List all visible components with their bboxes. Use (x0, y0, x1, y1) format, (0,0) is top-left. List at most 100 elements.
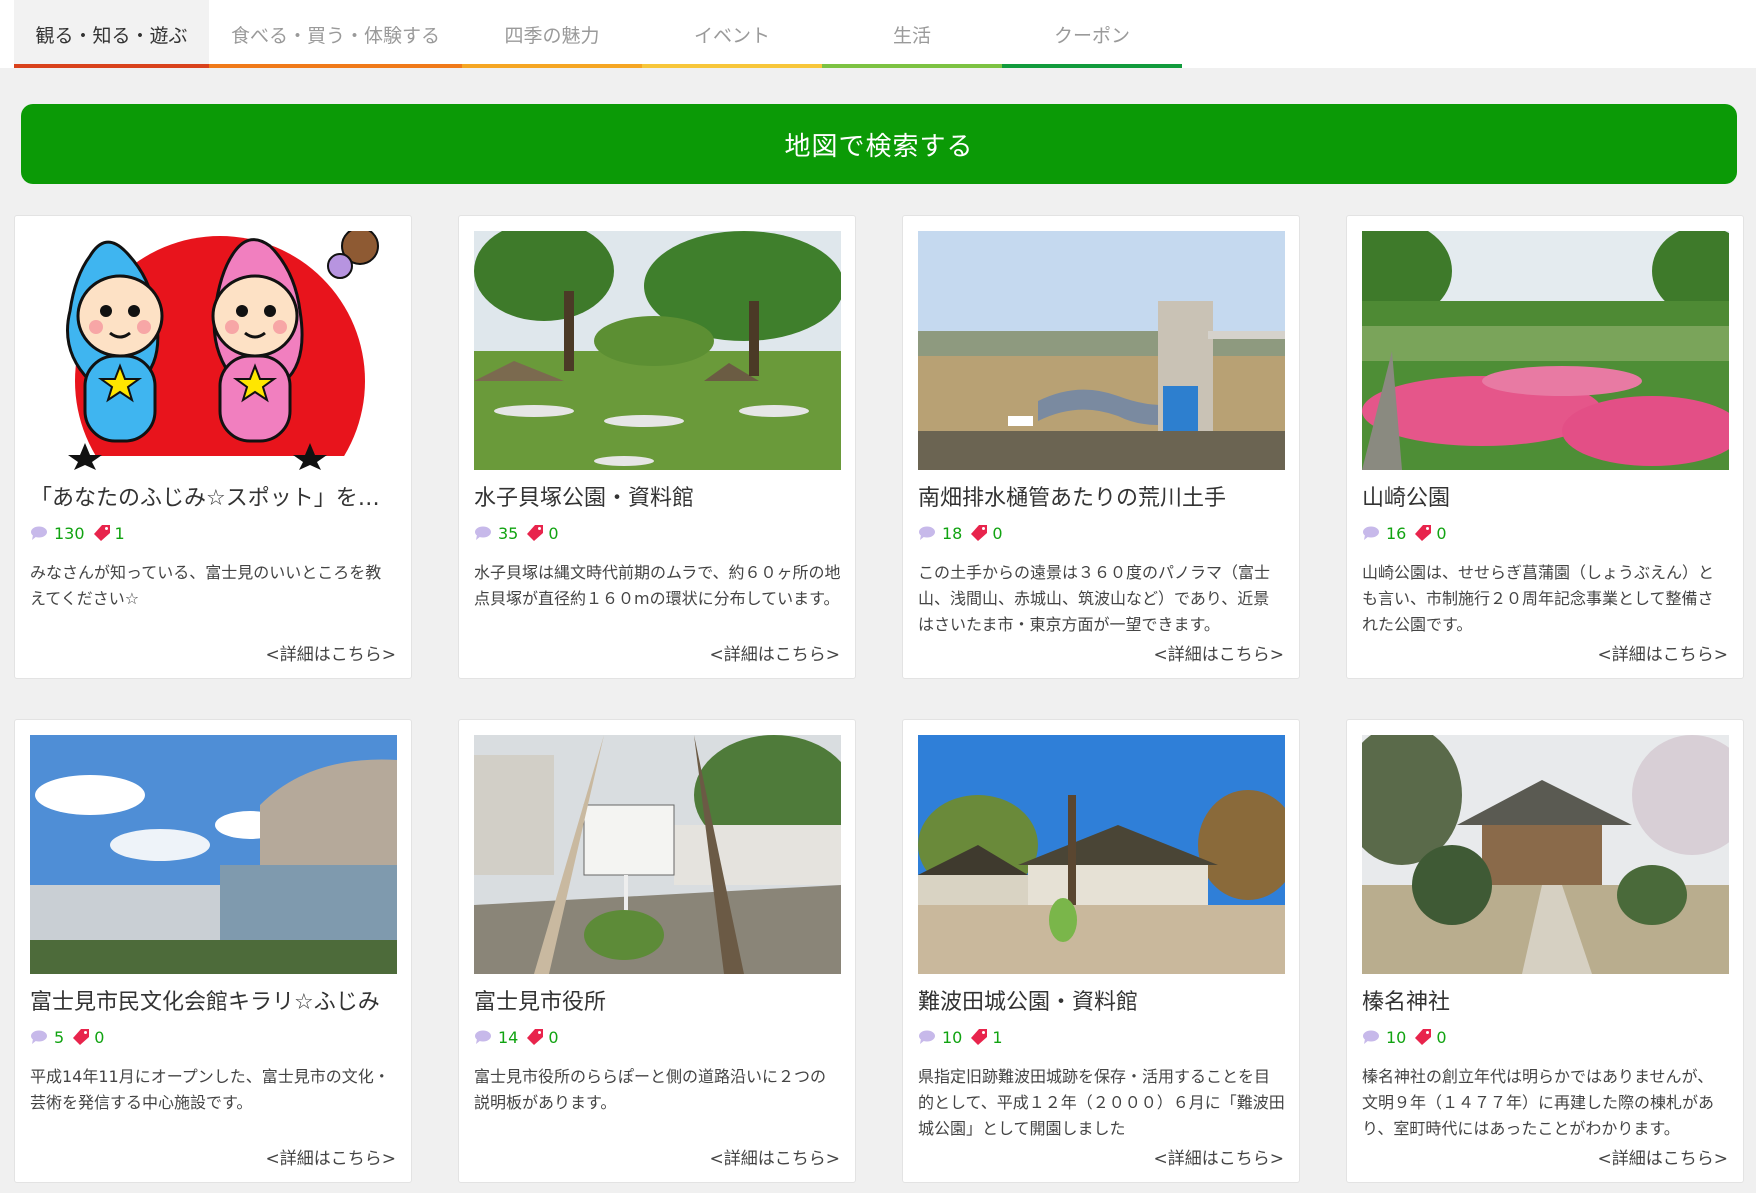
spot-title[interactable]: 富士見市民文化会館キラリ☆ふじみ (30, 988, 397, 1018)
category-tabbar: 観る・知る・遊ぶ 食べる・買う・体験する 四季の魅力 イベント 生活 クーポン (0, 0, 1756, 68)
comment-count: 10 (942, 1027, 963, 1047)
tab-underline (14, 64, 209, 68)
spot-card[interactable]: 水子貝塚公園・資料館 35 0 水子貝塚は縄文時代前期のムラで、約６０ヶ所の地点… (458, 215, 856, 679)
tab-seikatsu[interactable]: 生活 (822, 0, 1002, 68)
detail-link[interactable]: <詳細はこちら> (266, 1144, 397, 1169)
spot-description: 榛名神社の創立年代は明らかではありませんが、文明９年（１４７７年）に再建した際の… (1362, 1067, 1715, 1138)
coupon-count: 1 (992, 1027, 1003, 1047)
spot-card[interactable]: 榛名神社 10 0 榛名神社の創立年代は明らかではありませんが、文明９年（１４７… (1346, 719, 1744, 1183)
spot-description: みなさんが知っている、富士見のいいところを教えてください☆ (30, 563, 382, 608)
spot-image-haruna-shrine[interactable] (1362, 735, 1729, 974)
detail-link[interactable]: <詳細はこちら> (1598, 640, 1729, 665)
spot-stats: 10 0 (1362, 1026, 1447, 1048)
spot-image-yamazaki-park[interactable] (1362, 231, 1729, 470)
comment-icon (1363, 1030, 1379, 1044)
spot-title[interactable]: 水子貝塚公園・資料館 (474, 484, 841, 514)
spot-card[interactable]: 「あなたのふじみ☆スポット」を教えてください 130 1 みなさんが知っている、… (14, 215, 412, 679)
comment-icon (475, 526, 491, 540)
comment-count: 18 (942, 523, 963, 543)
tab-shiki[interactable]: 四季の魅力 (462, 0, 642, 68)
coupon-tag-icon (73, 1029, 90, 1045)
spot-image-mascot[interactable] (30, 231, 397, 470)
map-search-button[interactable]: 地図で検索する (21, 104, 1737, 184)
spot-description: 平成14年11月にオープンした、富士見市の文化・芸術を発信する中心施設です。 (30, 1067, 390, 1112)
spot-stats: 35 0 (474, 522, 559, 544)
spot-title[interactable]: 榛名神社 (1362, 988, 1729, 1018)
detail-link[interactable]: <詳細はこちら> (710, 640, 841, 665)
tab-label: 四季の魅力 (504, 24, 600, 47)
spot-stats: 10 1 (918, 1026, 1003, 1048)
detail-link[interactable]: <詳細はこちら> (710, 1144, 841, 1169)
coupon-tag-icon (1415, 1029, 1432, 1045)
comment-count: 130 (54, 523, 85, 543)
spot-title[interactable]: 山崎公園 (1362, 484, 1729, 514)
spot-stats: 18 0 (918, 522, 1003, 544)
spot-card[interactable]: 難波田城公園・資料館 10 1 県指定旧跡難波田城跡を保存・活用することを目的と… (902, 719, 1300, 1183)
comment-icon (475, 1030, 491, 1044)
spot-title[interactable]: 難波田城公園・資料館 (918, 988, 1285, 1018)
spot-title[interactable]: 富士見市役所 (474, 988, 841, 1018)
coupon-tag-icon (93, 525, 110, 541)
coupon-count: 1 (114, 523, 125, 543)
spot-card[interactable]: 山崎公園 16 0 山崎公園は、せせらぎ菖蒲園（しょうぶえん）とも言い、市制施行… (1346, 215, 1744, 679)
coupon-tag-icon (527, 525, 544, 541)
tab-underline (209, 64, 462, 68)
tab-label: イベント (693, 24, 770, 47)
tab-underline (462, 64, 642, 68)
tab-label: 生活 (892, 24, 931, 47)
tab-label: 食べる・買う・体験する (230, 24, 440, 47)
spot-stats: 14 0 (474, 1026, 559, 1048)
coupon-count: 0 (1436, 523, 1447, 543)
comment-icon (1363, 526, 1379, 540)
tab-label: 観る・知る・遊ぶ (35, 24, 188, 47)
spot-description: 県指定旧跡難波田城跡を保存・活用することを目的として、平成１２年（２０００）６月… (918, 1067, 1285, 1138)
coupon-tag-icon (1415, 525, 1432, 541)
detail-link[interactable]: <詳細はこちら> (1598, 1144, 1729, 1169)
spot-title[interactable]: 南畑排水樋管あたりの荒川土手 (918, 484, 1285, 514)
tab-underline (642, 64, 822, 68)
spot-image-nanbata-park[interactable] (918, 735, 1285, 974)
detail-link[interactable]: <詳細はこちら> (1154, 640, 1285, 665)
comment-count: 35 (498, 523, 519, 543)
spot-card[interactable]: 富士見市役所 14 0 富士見市役所のららぽーと側の道路沿いに２つの説明板があり… (458, 719, 856, 1183)
spot-card[interactable]: 南畑排水樋管あたりの荒川土手 18 0 この土手からの遠景は３６０度のパノラマ（… (902, 215, 1300, 679)
coupon-tag-icon (971, 1029, 988, 1045)
map-search-label: 地図で検索する (784, 131, 974, 162)
tab-underline (822, 64, 1002, 68)
comment-icon (31, 1030, 47, 1044)
detail-link[interactable]: <詳細はこちら> (266, 640, 397, 665)
tab-event[interactable]: イベント (642, 0, 822, 68)
comment-count: 10 (1386, 1027, 1407, 1047)
coupon-count: 0 (992, 523, 1003, 543)
comment-count: 16 (1386, 523, 1407, 543)
comment-icon (31, 526, 47, 540)
comment-count: 14 (498, 1027, 519, 1047)
spot-stats: 16 0 (1362, 522, 1447, 544)
coupon-count: 0 (548, 1027, 559, 1047)
spot-stats: 5 0 (30, 1026, 104, 1048)
spot-description: 富士見市役所のららぽーと側の道路沿いに２つの説明板があります。 (474, 1067, 827, 1112)
spot-description: この土手からの遠景は３６０度のパノラマ（富士山、浅間山、赤城山、筑波山など）であ… (918, 563, 1271, 634)
spot-stats: 130 1 (30, 522, 125, 544)
spot-description: 水子貝塚は縄文時代前期のムラで、約６０ヶ所の地点貝塚が直径約１６０mの環状に分布… (474, 563, 841, 608)
tab-label: クーポン (1053, 24, 1130, 47)
comment-icon (919, 526, 935, 540)
tab-underline (1002, 64, 1182, 68)
tab-taberu[interactable]: 食べる・買う・体験する (209, 0, 462, 68)
spot-image-kirari-hall[interactable] (30, 735, 397, 974)
spot-title[interactable]: 「あなたのふじみ☆スポット」を教えてください (30, 484, 397, 514)
detail-link[interactable]: <詳細はこちら> (1154, 1144, 1285, 1169)
spot-card[interactable]: 富士見市民文化会館キラリ☆ふじみ 5 0 平成14年11月にオープンした、富士見… (14, 719, 412, 1183)
spot-image-city-hall[interactable] (474, 735, 841, 974)
coupon-tag-icon (527, 1029, 544, 1045)
coupon-count: 0 (548, 523, 559, 543)
comment-icon (919, 1030, 935, 1044)
coupon-count: 0 (1436, 1027, 1447, 1047)
spot-image-arakawa-embankment[interactable] (918, 231, 1285, 470)
tab-coupon[interactable]: クーポン (1002, 0, 1182, 68)
coupon-count: 0 (94, 1027, 105, 1047)
comment-count: 5 (54, 1027, 65, 1047)
spot-image-mizuko-park[interactable] (474, 231, 841, 470)
tab-miru[interactable]: 観る・知る・遊ぶ (14, 0, 209, 68)
spot-description: 山崎公園は、せせらぎ菖蒲園（しょうぶえん）とも言い、市制施行２０周年記念事業とし… (1362, 563, 1715, 634)
